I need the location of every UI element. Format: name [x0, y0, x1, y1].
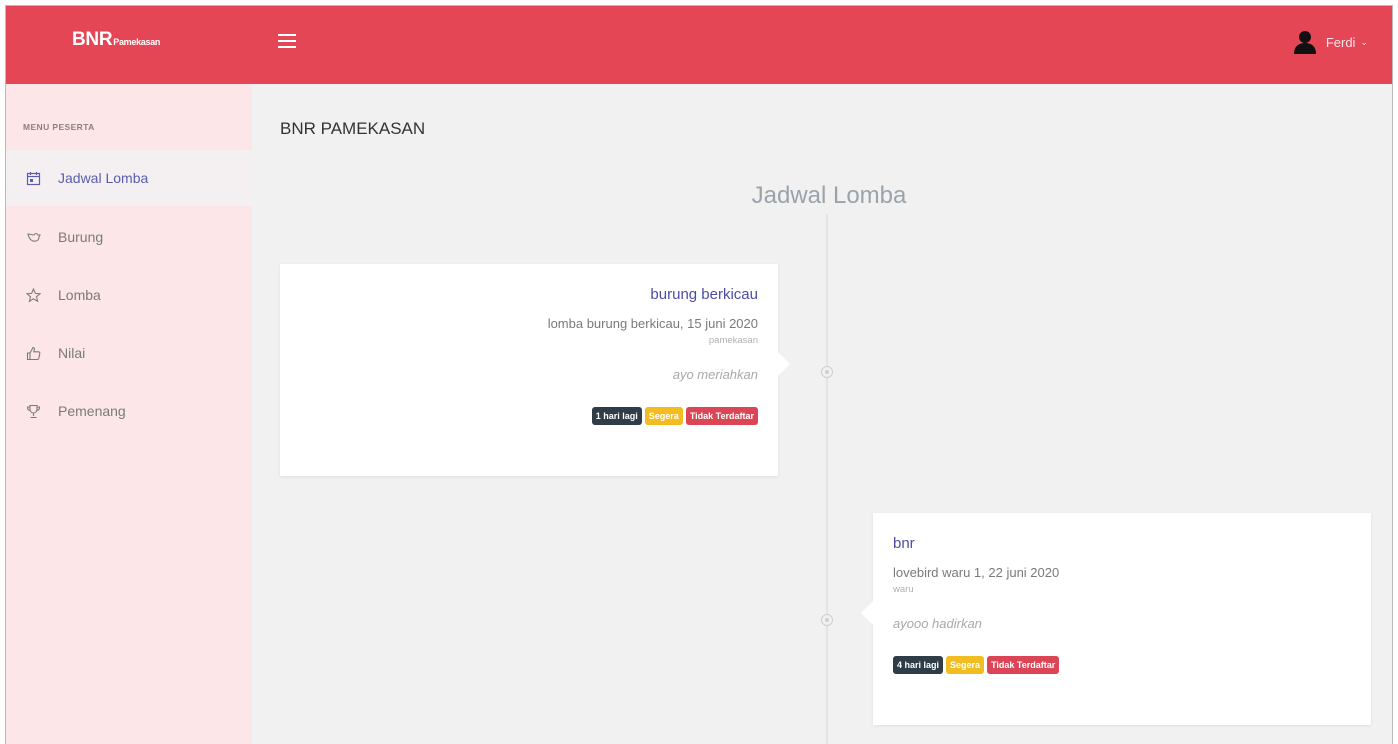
- soon-badge: Segera: [946, 656, 985, 674]
- event-location: waru: [893, 584, 914, 595]
- sidebar-item-label: Nilai: [58, 345, 86, 361]
- bird-icon: [26, 230, 41, 245]
- brand-logo[interactable]: BNRPamekasan: [72, 29, 160, 51]
- star-icon: [26, 287, 41, 303]
- sidebar-item-pemenang[interactable]: Pemenang: [6, 382, 252, 440]
- app-window: BNRPamekasan Ferdi ⌄ MENU PESERTA Jadwal…: [5, 5, 1393, 744]
- timeline-line: [826, 214, 828, 744]
- registration-status-badge: Tidak Terdaftar: [685, 407, 758, 425]
- event-title[interactable]: bnr: [893, 535, 1351, 552]
- timeline-node: [821, 614, 833, 626]
- sidebar-item-lomba[interactable]: Lomba: [6, 266, 252, 324]
- user-name: Ferdi: [1325, 34, 1356, 50]
- event-note: ayooo hadirkan: [893, 616, 982, 631]
- event-card: bnr lovebird waru 1, 22 juni 2020 waru a…: [861, 513, 1371, 725]
- user-menu-button[interactable]: Ferdi ⌄: [1292, 29, 1368, 55]
- event-badges: 1 hari lagi Segera Tidak Terdaftar: [300, 407, 758, 425]
- brand-main: BNR: [72, 29, 113, 50]
- sidebar-item-label: Lomba: [58, 287, 101, 303]
- page-title: BNR PAMEKASAN: [280, 119, 426, 138]
- timeline-node: [821, 366, 833, 378]
- event-title[interactable]: burung berkicau: [300, 286, 758, 303]
- event-description: lomba burung berkicau, 15 juni 2020: [547, 316, 758, 331]
- soon-badge: Segera: [644, 407, 683, 425]
- sidebar-item-label: Pemenang: [58, 403, 126, 419]
- sidebar-item-jadwal-lomba[interactable]: Jadwal Lomba: [6, 150, 252, 206]
- top-navbar: BNRPamekasan Ferdi ⌄: [6, 6, 1392, 84]
- chevron-down-icon: ⌄: [1360, 36, 1368, 47]
- sidebar-menu: Jadwal Lomba Burung Lomba Nilai Pemenang: [6, 150, 252, 440]
- menu-toggle-icon[interactable]: [278, 34, 296, 48]
- brand-sub: Pamekasan: [113, 37, 161, 47]
- days-left-badge: 4 hari lagi: [893, 656, 944, 674]
- user-icon: [1293, 31, 1316, 54]
- main-content: BNR PAMEKASAN Jadwal Lomba burung berkic…: [252, 84, 1392, 744]
- thumbs-up-icon: [26, 346, 41, 361]
- trophy-icon: [26, 404, 41, 419]
- event-note: ayo meriahkan: [672, 367, 758, 382]
- event-badges: 4 hari lagi Segera Tidak Terdaftar: [893, 656, 1351, 674]
- event-location: pamekasan: [708, 335, 758, 346]
- sidebar-item-burung[interactable]: Burung: [6, 208, 252, 266]
- sidebar-item-nilai[interactable]: Nilai: [6, 324, 252, 382]
- sidebar-item-label: Jadwal Lomba: [58, 170, 149, 186]
- timeline-heading: Jadwal Lomba: [751, 182, 907, 209]
- calendar-icon: [26, 171, 41, 186]
- days-left-badge: 1 hari lagi: [591, 407, 642, 425]
- menu-header: MENU PESERTA: [23, 122, 95, 132]
- event-description: lovebird waru 1, 22 juni 2020: [893, 565, 1060, 580]
- event-card: burung berkicau lomba burung berkicau, 1…: [280, 264, 790, 476]
- sidebar: MENU PESERTA Jadwal Lomba Burung Lomba N…: [6, 84, 252, 744]
- sidebar-item-label: Burung: [58, 229, 104, 245]
- registration-status-badge: Tidak Terdaftar: [987, 656, 1060, 674]
